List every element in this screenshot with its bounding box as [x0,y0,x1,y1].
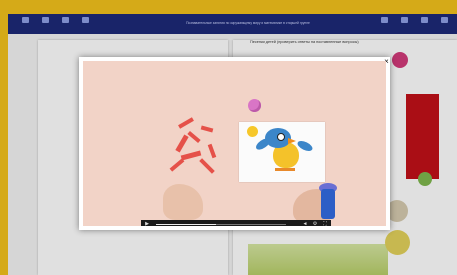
pink-ball [248,99,261,112]
video-progress-fill [156,223,216,225]
video-player[interactable]: ▶ ◄ ⚙ ⛶ [83,61,386,226]
sun-drawing [247,126,258,137]
paper-strip [178,117,194,129]
bird-card [239,122,325,182]
play-icon[interactable]: ▶ [143,220,151,226]
bird-wing [296,138,314,154]
left-hand [163,184,203,220]
paper-strip [199,158,215,174]
video-progress-bar[interactable] [156,223,286,225]
paper-strip [175,134,189,153]
settings-icon[interactable]: ⚙ [311,220,319,226]
paper-strip [187,130,201,144]
paper-strip [180,150,202,161]
video-modal: × ▶ ◄ ⚙ ⛶ [79,57,390,230]
bird-beak [288,138,296,144]
fullscreen-icon[interactable]: ⛶ [321,220,329,226]
paper-strip [207,143,217,159]
paper-strip [200,125,214,133]
bird-eye [277,133,285,141]
bird-feet [275,168,295,171]
video-controls: ▶ ◄ ⚙ ⛶ [141,220,331,226]
paper-strip [169,158,185,172]
volume-icon[interactable]: ◄ [301,220,309,226]
glue-stick [321,189,335,219]
